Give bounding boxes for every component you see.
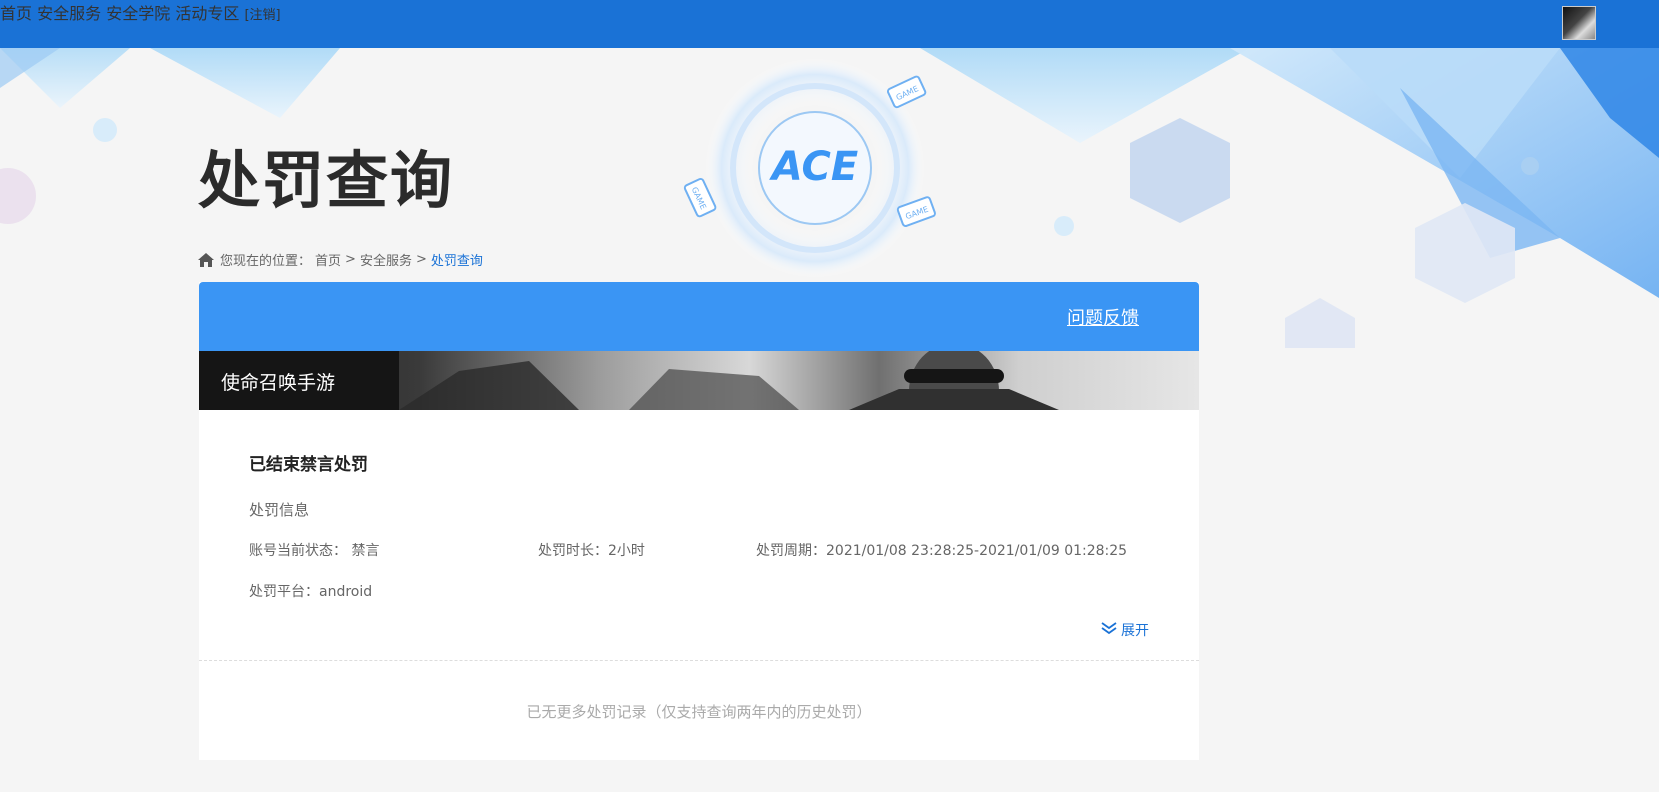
divider — [199, 660, 1199, 661]
penalty-record: 已结束禁言处罚 处罚信息 账号当前状态： 禁言 处罚时长：2小时 处罚周期：20… — [199, 410, 1199, 660]
ace-logo-text: ACE — [769, 144, 858, 190]
penalty-period: 处罚周期：2021/01/08 23:28:25-2021/01/09 01:2… — [756, 543, 1128, 559]
nav-item-security-service[interactable]: 安全服务 — [37, 4, 101, 23]
nav-item-events[interactable]: 活动专区 — [175, 4, 239, 23]
home-icon — [198, 252, 214, 267]
avatar[interactable] — [1562, 6, 1596, 40]
breadcrumb-separator: > — [345, 252, 356, 267]
expand-label: 展开 — [1121, 623, 1149, 639]
record-row-1: 账号当前状态： 禁言 处罚时长：2小时 处罚周期：2021/01/08 23:2… — [249, 540, 1149, 560]
logout-link[interactable]: [注销] — [244, 8, 280, 23]
card-header: 问题反馈 — [199, 282, 1199, 351]
record-title: 已结束禁言处罚 — [249, 455, 368, 475]
game-banner: 使命召唤手游 — [199, 351, 1199, 410]
chevron-double-down-icon — [1101, 621, 1117, 639]
top-nav-bar: 首页 安全服务 安全学院 活动专区 [注销] — [0, 0, 1659, 48]
page-title: 处罚查询 — [198, 144, 455, 217]
breadcrumb-security-service[interactable]: 安全服务 — [360, 250, 412, 269]
penalty-card: 问题反馈 使命召唤手游 已结束禁言处罚 处罚信息 账号当前状态： 禁言 处罚时长… — [199, 282, 1199, 760]
account-status: 账号当前状态： 禁言 — [249, 543, 380, 559]
no-more-records: 已无更多处罚记录（仅支持查询两年内的历史处罚） — [526, 703, 872, 721]
breadcrumb-prefix: 您现在的位置： — [220, 254, 312, 269]
record-section-label: 处罚信息 — [249, 501, 310, 519]
breadcrumb-home[interactable]: 首页 — [315, 250, 341, 269]
expand-button[interactable]: 展开 — [1101, 620, 1149, 640]
soldier-banner-image — [199, 351, 1059, 410]
nav-item-home[interactable]: 首页 — [0, 4, 32, 23]
penalty-platform: 处罚平台：android — [249, 584, 373, 600]
game-name: 使命召唤手游 — [221, 372, 336, 394]
penalty-duration: 处罚时长：2小时 — [538, 543, 645, 559]
feedback-link[interactable]: 问题反馈 — [1067, 304, 1139, 330]
nav-item-security-academy[interactable]: 安全学院 — [106, 4, 170, 23]
breadcrumb: 您现在的位置： 首页 > 安全服务 > 处罚查询 — [198, 250, 483, 269]
record-row-2: 处罚平台：android — [249, 581, 1149, 601]
breadcrumb-separator: > — [415, 252, 427, 267]
breadcrumb-current[interactable]: 处罚查询 — [431, 250, 483, 269]
